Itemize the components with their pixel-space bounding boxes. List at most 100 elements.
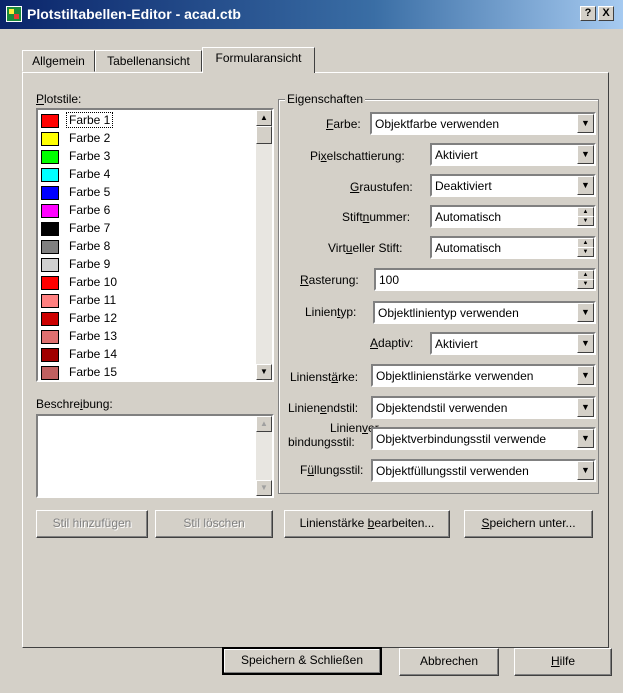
color-swatch xyxy=(41,204,59,218)
tab-tabellenansicht[interactable]: Tabellenansicht xyxy=(95,50,202,72)
plotstile-list[interactable]: Farbe 1 Farbe 2 Farbe 3 Farbe 4 Farbe 5 Farbe… xyxy=(36,108,274,382)
chevron-down-icon[interactable]: ▼ xyxy=(577,429,594,448)
hilfe-button[interactable]: Hilfe xyxy=(514,648,612,676)
list-item[interactable]: Farbe 2 xyxy=(41,130,246,148)
list-item[interactable]: Farbe 15 xyxy=(41,364,246,382)
linientyp-dropdown[interactable]: Objektlinientyp verwenden ▼ xyxy=(373,301,596,324)
stiftnummer-spinner[interactable]: Automatisch ▲ ▼ xyxy=(430,205,596,228)
linienstaerke-dropdown[interactable]: Objektlinienstärke verwenden ▼ xyxy=(371,364,596,387)
chevron-down-icon[interactable]: ▼ xyxy=(577,303,594,322)
linienverbindungsstil-dropdown[interactable]: Objektverbindungsstil verwende ▼ xyxy=(371,427,596,450)
list-item-label: Farbe 14 xyxy=(69,347,118,361)
linientyp-label: Linientyp: xyxy=(305,305,357,319)
color-swatch xyxy=(41,150,59,164)
plotstile-scrollbar[interactable]: ▲ ▼ xyxy=(256,110,272,380)
title-bar: Plotstiltabellen-Editor - acad.ctb ? X xyxy=(0,0,623,29)
list-item-label: Farbe 6 xyxy=(69,203,111,217)
tab-formularansicht[interactable]: Formularansicht xyxy=(202,47,315,73)
linienendstil-value: Objektendstil verwenden xyxy=(376,401,508,415)
color-swatch xyxy=(41,132,59,146)
chevron-down-icon[interactable]: ▼ xyxy=(577,366,594,385)
speichern-schliessen-button[interactable]: Speichern & Schließen xyxy=(222,647,382,675)
scroll-down-button[interactable]: ▼ xyxy=(256,364,272,380)
virtueller-stift-spin-buttons[interactable]: ▲ ▼ xyxy=(577,238,594,257)
list-item[interactable]: Farbe 3 xyxy=(41,148,246,166)
list-item[interactable]: Farbe 9 xyxy=(41,256,246,274)
list-item-label: Farbe 9 xyxy=(69,257,111,271)
virtueller-stift-label: Virtueller Stift: xyxy=(328,241,403,255)
list-item[interactable]: Farbe 5 xyxy=(41,184,246,202)
list-item[interactable]: Farbe 4 xyxy=(41,166,246,184)
color-swatch xyxy=(41,258,59,272)
eigenschaften-title: Eigenschaften xyxy=(285,92,366,106)
scroll-up-button[interactable]: ▲ xyxy=(256,110,272,126)
stil-hinzufuegen-button[interactable]: Stil hinzufügen xyxy=(36,510,148,538)
list-item-label: Farbe 12 xyxy=(69,311,118,325)
color-swatch xyxy=(41,276,59,290)
desc-scroll-down-button[interactable]: ▼ xyxy=(256,480,272,496)
list-item[interactable]: Farbe 1 xyxy=(41,112,246,130)
speichern-unter-button[interactable]: Speichern unter... xyxy=(464,510,593,538)
virtueller-stift-value: Automatisch xyxy=(435,241,502,255)
list-item[interactable]: Farbe 8 xyxy=(41,238,246,256)
chevron-down-icon[interactable]: ▼ xyxy=(577,114,594,133)
plotstile-label: Plotstile: xyxy=(36,92,82,106)
stiftnummer-value: Automatisch xyxy=(435,210,502,224)
chevron-down-icon[interactable]: ▼ xyxy=(577,145,594,164)
list-item[interactable]: Farbe 10 xyxy=(41,274,246,292)
list-item[interactable]: Farbe 7 xyxy=(41,220,246,238)
color-swatch xyxy=(41,168,59,182)
linienendstil-label: Linienendstil: xyxy=(288,401,359,415)
color-swatch xyxy=(41,222,59,236)
window-title: Plotstiltabellen-Editor - acad.ctb xyxy=(27,6,241,22)
fuellungsstil-dropdown[interactable]: Objektfüllungsstil verwenden ▼ xyxy=(371,459,596,482)
list-item-label: Farbe 11 xyxy=(69,293,117,307)
tab-allgemein[interactable]: Allgemein xyxy=(22,50,95,72)
rasterung-spinner[interactable]: 100 ▲ ▼ xyxy=(374,268,596,291)
list-item-label: Farbe 15 xyxy=(69,365,118,379)
chevron-down-icon[interactable]: ▼ xyxy=(577,176,594,195)
help-title-button[interactable]: ? xyxy=(580,6,596,21)
beschreibung-scrollbar[interactable]: ▲ ▼ xyxy=(256,416,272,496)
list-item-label: Farbe 3 xyxy=(69,149,111,163)
color-swatch xyxy=(41,348,59,362)
graustufen-dropdown[interactable]: Deaktiviert ▼ xyxy=(430,174,596,197)
pixelschattierung-dropdown[interactable]: Aktiviert ▼ xyxy=(430,143,596,166)
color-swatch xyxy=(41,240,59,254)
beschreibung-textarea[interactable]: ▲ ▼ xyxy=(36,414,274,498)
list-item[interactable]: Farbe 14 xyxy=(41,346,246,364)
linienstaerke-label: Linienstärke: xyxy=(290,370,359,384)
abbrechen-button[interactable]: Abbrechen xyxy=(399,648,499,676)
graustufen-label: Graustufen: xyxy=(350,180,413,194)
list-item[interactable]: Farbe 13 xyxy=(41,328,246,346)
list-item[interactable]: Farbe 11 xyxy=(41,292,246,310)
rasterung-spin-buttons[interactable]: ▲ ▼ xyxy=(577,270,594,289)
list-item[interactable]: Farbe 6 xyxy=(41,202,246,220)
stiftnummer-spin-buttons[interactable]: ▲ ▼ xyxy=(577,207,594,226)
linientyp-value: Objektlinientyp verwenden xyxy=(378,306,519,320)
linienstaerke-bearbeiten-button[interactable]: Linienstärke bearbeiten... xyxy=(284,510,450,538)
chevron-down-icon[interactable]: ▼ xyxy=(577,334,594,353)
virtueller-stift-spinner[interactable]: Automatisch ▲ ▼ xyxy=(430,236,596,259)
list-item-label: Farbe 7 xyxy=(69,221,111,235)
rasterung-label: Rasterung: xyxy=(300,273,359,287)
scroll-thumb[interactable] xyxy=(256,126,272,144)
stil-loeschen-button[interactable]: Stil löschen xyxy=(155,510,273,538)
linienendstil-dropdown[interactable]: Objektendstil verwenden ▼ xyxy=(371,396,596,419)
color-swatch xyxy=(41,114,59,128)
farbe-label: Farbe: xyxy=(326,117,361,131)
list-item-label: Farbe 1 xyxy=(65,112,114,128)
stiftnummer-label: Stiftnummer: xyxy=(342,210,411,224)
farbe-value: Objektfarbe verwenden xyxy=(375,117,500,131)
chevron-down-icon[interactable]: ▼ xyxy=(577,461,594,480)
list-item-label: Farbe 5 xyxy=(69,185,111,199)
close-button[interactable]: X xyxy=(598,6,614,21)
chevron-down-icon[interactable]: ▼ xyxy=(577,398,594,417)
farbe-dropdown[interactable]: Objektfarbe verwenden ▼ xyxy=(370,112,596,135)
pixelschattierung-value: Aktiviert xyxy=(435,148,478,162)
adaptiv-dropdown[interactable]: Aktiviert ▼ xyxy=(430,332,596,355)
list-item[interactable]: Farbe 12 xyxy=(41,310,246,328)
linienstaerke-value: Objektlinienstärke verwenden xyxy=(376,369,534,383)
adaptiv-value: Aktiviert xyxy=(435,337,478,351)
desc-scroll-up-button[interactable]: ▲ xyxy=(256,416,272,432)
